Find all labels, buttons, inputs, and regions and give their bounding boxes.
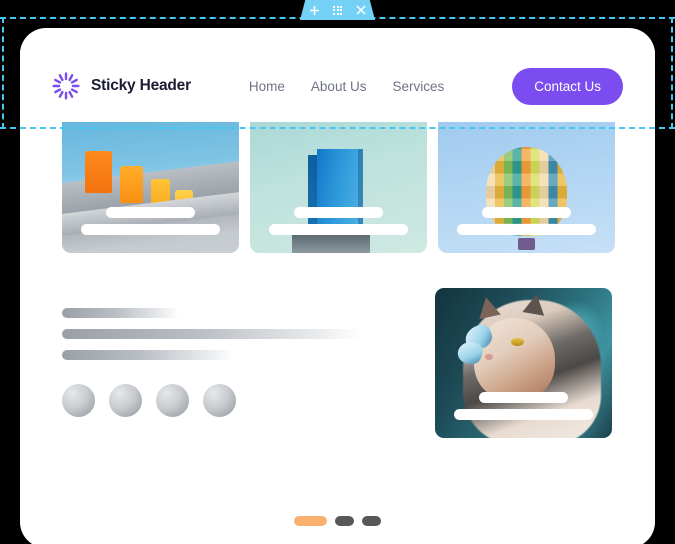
nav-item-services[interactable]: Services — [392, 79, 444, 94]
image-card-1[interactable] — [62, 113, 239, 253]
close-icon[interactable] — [354, 4, 367, 17]
add-icon[interactable] — [308, 4, 321, 17]
avatar[interactable] — [109, 384, 142, 417]
apps-grid-icon[interactable] — [331, 4, 344, 17]
avatar[interactable] — [203, 384, 236, 417]
carousel-pagination — [20, 516, 655, 526]
pagination-dot-2[interactable] — [335, 516, 354, 526]
floating-toolbar — [300, 0, 375, 20]
brand-name: Sticky Header — [91, 77, 191, 94]
skeleton-line — [62, 329, 362, 339]
avatar-row — [62, 384, 362, 417]
brand[interactable]: Sticky Header — [52, 72, 191, 100]
pagination-dot-3[interactable] — [362, 516, 381, 526]
card-overlay-placeholder — [250, 207, 427, 235]
selection-guide-left — [2, 17, 4, 129]
nav-item-about-us[interactable]: About Us — [311, 79, 367, 94]
card-row — [62, 113, 615, 253]
main-nav: Home About Us Services Contact Us — [249, 67, 623, 105]
skeleton-line — [62, 350, 233, 360]
image-card-3[interactable] — [438, 113, 615, 253]
browser-canvas: Sticky Header Home About Us Services Con… — [20, 28, 655, 544]
image-card-2[interactable] — [250, 113, 427, 253]
nav-item-home[interactable]: Home — [249, 79, 285, 94]
contact-us-button[interactable]: Contact Us — [512, 67, 623, 105]
card-overlay-placeholder — [438, 207, 615, 235]
media-card-cat[interactable] — [435, 288, 612, 438]
avatar[interactable] — [62, 384, 95, 417]
card-overlay-placeholder — [62, 207, 239, 235]
selection-guide-right — [671, 17, 673, 129]
skeleton-block — [62, 308, 362, 417]
pagination-dot-1[interactable] — [294, 516, 327, 526]
avatar[interactable] — [156, 384, 189, 417]
sticky-header: Sticky Header Home About Us Services Con… — [20, 50, 655, 122]
screenshot-stage: Sticky Header Home About Us Services Con… — [0, 0, 675, 544]
card-overlay-placeholder — [435, 392, 612, 420]
skeleton-line — [62, 308, 179, 318]
sunburst-icon — [52, 72, 80, 100]
butterfly-icon — [455, 321, 497, 367]
